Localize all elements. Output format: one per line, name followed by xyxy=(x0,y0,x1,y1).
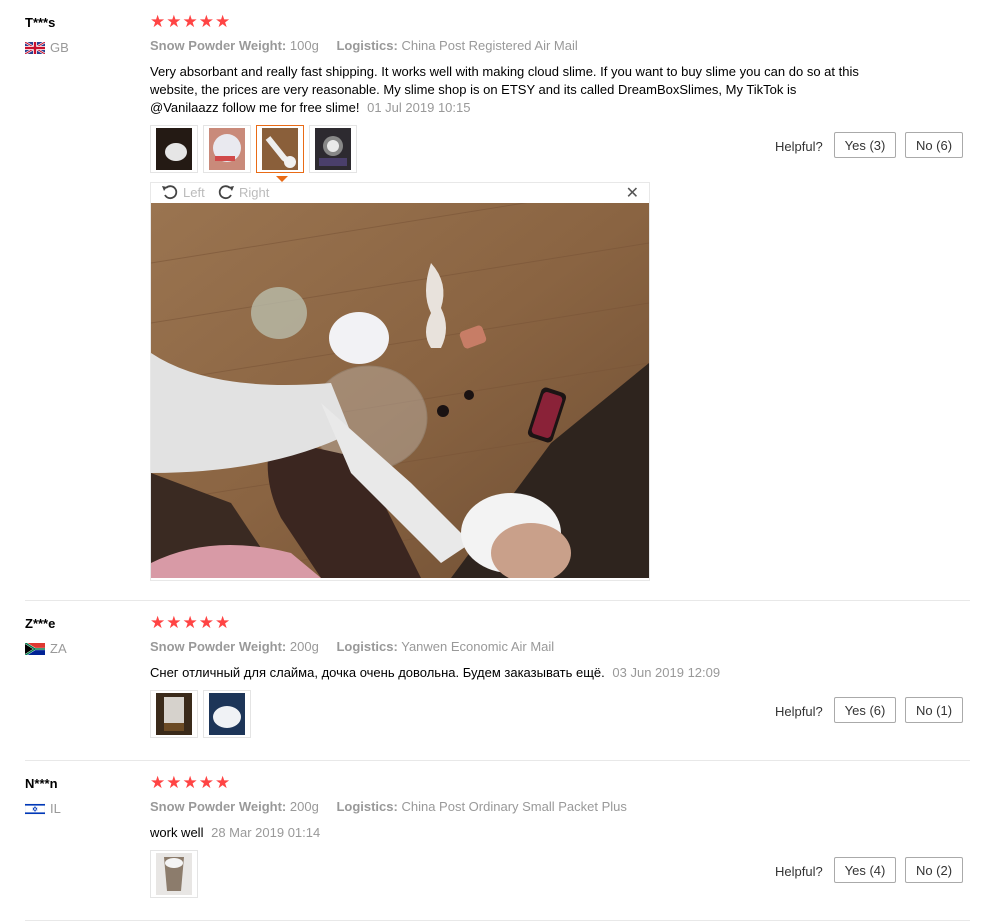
close-icon[interactable]: ✕ xyxy=(626,183,639,203)
star-rating: ★★★★★ xyxy=(150,773,232,792)
reviewer-name: T***s xyxy=(25,15,56,30)
rotate-left-icon xyxy=(162,185,178,200)
il-flag-icon xyxy=(25,802,45,815)
logistics-value: China Post Registered Air Mail xyxy=(401,38,578,53)
weight-key: Snow Powder Weight: xyxy=(150,639,287,654)
photo-thumbnail[interactable] xyxy=(150,690,198,738)
helpful-yes-button[interactable]: Yes (4) xyxy=(834,857,896,883)
photo-thumbnails xyxy=(150,125,357,173)
weight-value: 100g xyxy=(289,38,319,53)
thumbnail-image xyxy=(156,128,192,170)
photo-viewer-toolbar: Left Right ✕ xyxy=(151,183,649,203)
review-date: 03 Jun 2019 12:09 xyxy=(612,665,721,680)
photo-thumbnails xyxy=(150,850,198,898)
reviewer-country: ZA xyxy=(25,641,67,656)
helpful-label: Helpful? xyxy=(775,704,823,719)
star-rating: ★★★★★ xyxy=(150,613,232,632)
review-attributes: Snow Powder Weight: 200g Logistics: Chin… xyxy=(150,799,641,814)
thumbnail-image xyxy=(209,128,245,170)
weight-value: 200g xyxy=(289,639,319,654)
rotate-right-label: Right xyxy=(239,184,270,200)
weight-key: Snow Powder Weight: xyxy=(150,38,287,53)
helpful-yes-button[interactable]: Yes (3) xyxy=(834,132,896,158)
rotate-left-label: Left xyxy=(183,184,205,200)
star-rating: ★★★★★ xyxy=(150,12,232,31)
photo-thumbnail[interactable] xyxy=(203,125,251,173)
review-body: Снег отличный для слайма, дочка очень до… xyxy=(150,665,605,680)
za-flag-icon xyxy=(25,642,45,655)
photo-thumbnail[interactable] xyxy=(203,690,251,738)
review-date: 28 Mar 2019 01:14 xyxy=(211,825,321,840)
thumbnail-image xyxy=(156,693,192,735)
country-code: ZA xyxy=(50,641,67,656)
helpful-label: Helpful? xyxy=(775,139,823,154)
review-text: work well 28 Mar 2019 01:14 xyxy=(150,824,865,842)
rotate-left-button[interactable]: Left xyxy=(161,184,205,200)
rotate-right-button[interactable]: Right xyxy=(217,184,269,200)
review-body: work well xyxy=(150,825,204,840)
photo-thumbnail[interactable] xyxy=(150,850,198,898)
reviewer-name: N***n xyxy=(25,776,58,791)
helpful-no-button[interactable]: No (1) xyxy=(905,697,963,723)
thumbnail-image xyxy=(156,853,192,895)
logistics-key: Logistics: xyxy=(336,639,398,654)
review-text: Very absorbant and really fast shipping.… xyxy=(150,63,865,117)
logistics-value: Yanwen Economic Air Mail xyxy=(401,639,555,654)
review-divider xyxy=(25,920,970,921)
photo-thumbnail[interactable] xyxy=(150,125,198,173)
reviewer-country: GB xyxy=(25,40,69,55)
helpful-no-button[interactable]: No (6) xyxy=(905,132,963,158)
gb-flag-icon xyxy=(25,41,45,54)
review-body: Very absorbant and really fast shipping.… xyxy=(150,64,859,115)
photo-thumbnails xyxy=(150,690,251,738)
review-divider xyxy=(25,600,970,601)
photo-thumbnail-active[interactable] xyxy=(256,125,304,173)
helpful-no-button[interactable]: No (2) xyxy=(905,857,963,883)
weight-key: Snow Powder Weight: xyxy=(150,799,287,814)
photo-viewer: Left Right ✕ xyxy=(150,182,650,581)
helpful-yes-button[interactable]: Yes (6) xyxy=(834,697,896,723)
logistics-key: Logistics: xyxy=(336,38,398,53)
photo-thumbnail[interactable] xyxy=(309,125,357,173)
review-attributes: Snow Powder Weight: 200g Logistics: Yanw… xyxy=(150,639,568,654)
reviewer-country: IL xyxy=(25,801,61,816)
helpful-label: Helpful? xyxy=(775,864,823,879)
review-photo-large xyxy=(151,203,649,578)
rotate-right-icon xyxy=(218,185,234,200)
thumbnail-image xyxy=(262,128,298,170)
review-date: 01 Jul 2019 10:15 xyxy=(367,100,471,115)
logistics-value: China Post Ordinary Small Packet Plus xyxy=(401,799,627,814)
reviewer-name: Z***e xyxy=(25,616,56,631)
country-code: GB xyxy=(50,40,69,55)
review-text: Снег отличный для слайма, дочка очень до… xyxy=(150,664,865,682)
review-attributes: Snow Powder Weight: 100g Logistics: Chin… xyxy=(150,38,592,53)
review-divider xyxy=(25,760,970,761)
weight-value: 200g xyxy=(289,799,319,814)
country-code: IL xyxy=(50,801,61,816)
logistics-key: Logistics: xyxy=(336,799,398,814)
thumbnail-image xyxy=(209,693,245,735)
thumbnail-image xyxy=(315,128,351,170)
